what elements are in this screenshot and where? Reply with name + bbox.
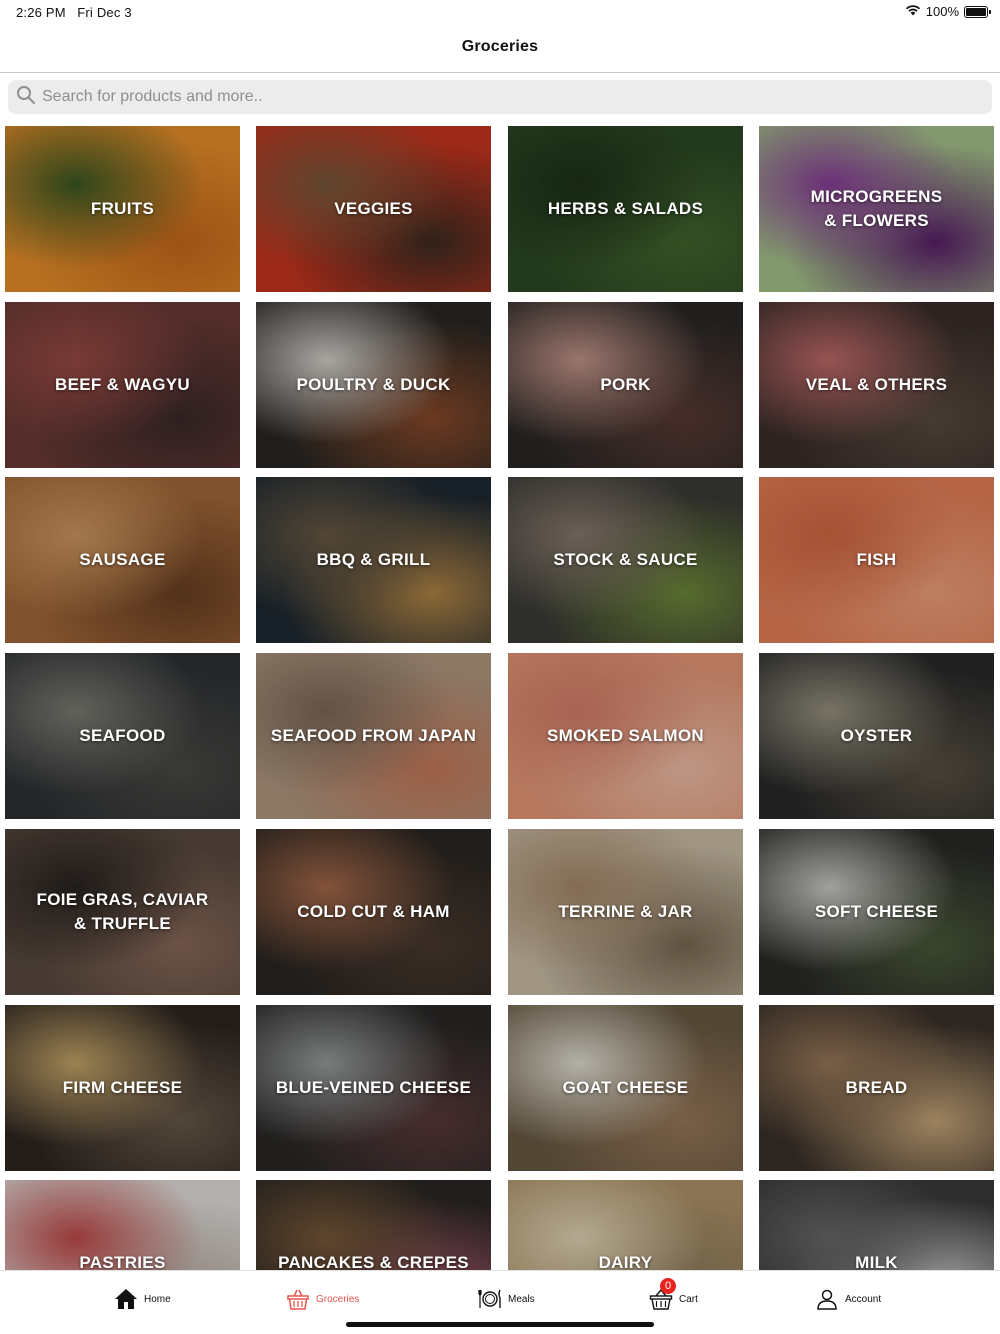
tab-groceries-label: Groceries	[316, 1293, 360, 1305]
category-tile[interactable]: BREAD	[759, 1005, 994, 1171]
category-label: BBQ & GRILL	[316, 550, 431, 569]
category-tile[interactable]: SEAFOOD FROM JAPAN	[256, 653, 491, 819]
category-label: VEAL & OTHERS	[805, 375, 948, 394]
tab-account[interactable]: Account	[815, 1287, 881, 1311]
battery-icon	[964, 5, 991, 18]
tab-home-label: Home	[144, 1293, 171, 1305]
category-tile[interactable]: FOIE GRAS, CAVIAR & TRUFFLE	[5, 829, 240, 995]
tab-meals-label: Meals	[508, 1293, 535, 1305]
category-tile[interactable]: COLD CUT & HAM	[256, 829, 491, 995]
category-label: MICROGREENS & FLOWERS	[810, 187, 943, 230]
category-tile[interactable]: VEGGIES	[256, 126, 491, 292]
status-indicators: 100%	[905, 4, 991, 19]
battery-percent: 100%	[925, 4, 959, 19]
wifi-icon	[905, 4, 921, 19]
category-tile[interactable]: FIRM CHEESE	[5, 1005, 240, 1171]
category-tile[interactable]: SEAFOOD	[5, 653, 240, 819]
category-grid: FRUITS VEGGIES HERBS & SALADS MICROGREENS &…	[5, 126, 995, 1270]
category-tile[interactable]: MILK	[759, 1180, 994, 1270]
cart-badge: 0	[660, 1278, 676, 1294]
category-label: BEEF & WAGYU	[55, 375, 190, 394]
category-tile[interactable]: SOFT CHEESE	[759, 829, 994, 995]
category-label: TERRINE & JAR	[558, 902, 693, 921]
category-label: BREAD	[845, 1078, 908, 1097]
page-title: Groceries	[461, 38, 539, 55]
category-label: PORK	[600, 375, 651, 394]
category-tile[interactable]: GOAT CHEESE	[508, 1005, 743, 1171]
category-label: SEAFOOD FROM JAPAN	[270, 726, 477, 745]
home-indicator	[346, 1322, 654, 1327]
cart-basket-icon: 0	[649, 1278, 676, 1311]
category-tile[interactable]: PASTRIES	[5, 1180, 240, 1270]
category-label: VEGGIES	[334, 199, 413, 218]
status-bar: 2:26 PM Fri Dec 3 100%	[0, 0, 1000, 24]
category-tile[interactable]: BLUE-VEINED CHEESE	[256, 1005, 491, 1171]
status-clock: 2:26 PM	[16, 5, 66, 20]
category-label: FISH	[856, 550, 897, 569]
category-label: FIRM CHEESE	[62, 1078, 183, 1097]
category-label: FRUITS	[90, 199, 155, 218]
nav-divider	[0, 72, 1000, 73]
category-tile[interactable]: BEEF & WAGYU	[5, 302, 240, 468]
tab-groceries[interactable]: Groceries	[286, 1287, 359, 1311]
search-icon	[16, 85, 36, 110]
category-label: OYSTER	[840, 726, 913, 745]
category-tile[interactable]: PANCAKES & CREPES	[256, 1180, 491, 1270]
category-tile[interactable]: PORK	[508, 302, 743, 468]
tab-cart[interactable]: 0 Cart	[649, 1278, 698, 1311]
tab-meals[interactable]: Meals	[478, 1287, 535, 1311]
category-label: MILK	[855, 1253, 898, 1270]
category-tile[interactable]: DAIRY	[508, 1180, 743, 1270]
category-tile[interactable]: STOCK & SAUCE	[508, 477, 743, 643]
search-input[interactable]	[42, 88, 942, 106]
category-tile[interactable]: SAUSAGE	[5, 477, 240, 643]
category-tile[interactable]: BBQ & GRILL	[256, 477, 491, 643]
tab-cart-label: Cart	[679, 1293, 698, 1305]
account-icon	[815, 1287, 839, 1311]
category-tile[interactable]: FRUITS	[5, 126, 240, 292]
category-tile[interactable]: MICROGREENS & FLOWERS	[759, 126, 994, 292]
category-tile[interactable]: VEAL & OTHERS	[759, 302, 994, 468]
category-label: SAUSAGE	[79, 550, 166, 569]
category-tile[interactable]: SMOKED SALMON	[508, 653, 743, 819]
category-label: SEAFOOD	[79, 726, 166, 745]
category-label: POULTRY & DUCK	[296, 375, 451, 394]
category-label: BLUE-VEINED CHEESE	[275, 1078, 472, 1097]
category-label: HERBS & SALADS	[547, 199, 704, 218]
category-label: PASTRIES	[79, 1253, 166, 1270]
category-tile[interactable]: POULTRY & DUCK	[256, 302, 491, 468]
category-tile[interactable]: OYSTER	[759, 653, 994, 819]
category-label: COLD CUT & HAM	[297, 902, 450, 921]
status-date: Fri Dec 3	[77, 5, 132, 20]
category-tile[interactable]: FISH	[759, 477, 994, 643]
category-label: DAIRY	[598, 1253, 653, 1270]
category-tile[interactable]: TERRINE & JAR	[508, 829, 743, 995]
category-label: GOAT CHEESE	[562, 1078, 689, 1097]
battery-fill	[966, 7, 986, 16]
category-tile[interactable]: HERBS & SALADS	[508, 126, 743, 292]
search-bar[interactable]	[8, 80, 992, 114]
status-time: 2:26 PM Fri Dec 3	[16, 5, 132, 20]
tab-home[interactable]: Home	[114, 1287, 171, 1311]
category-label: STOCK & SAUCE	[553, 550, 698, 569]
category-label: FOIE GRAS, CAVIAR & TRUFFLE	[36, 890, 209, 933]
category-label: SOFT CHEESE	[814, 902, 939, 921]
home-icon	[114, 1287, 138, 1311]
category-label: PANCAKES & CREPES	[278, 1253, 469, 1270]
meals-plate-icon	[478, 1287, 502, 1311]
category-label: SMOKED SALMON	[547, 726, 704, 745]
tab-account-label: Account	[845, 1293, 882, 1305]
groceries-basket-icon	[286, 1287, 310, 1311]
